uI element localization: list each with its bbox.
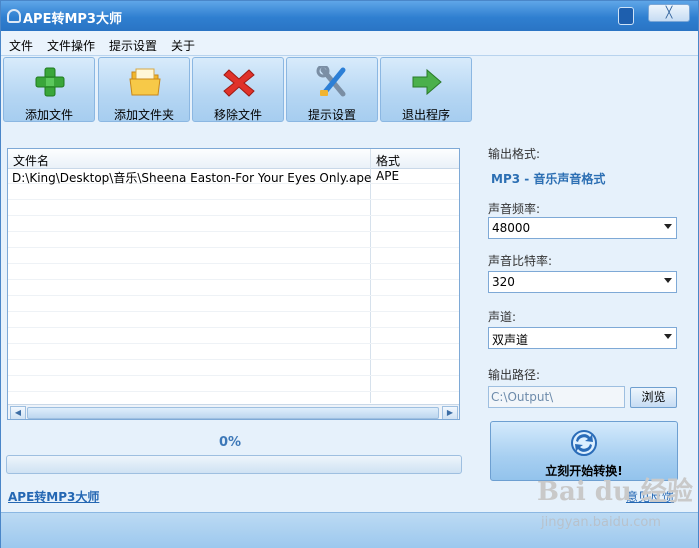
channel-value: 双声道 — [492, 333, 529, 347]
menu-file[interactable]: 文件 — [9, 37, 33, 54]
empty-row — [8, 328, 459, 344]
bitrate-select[interactable]: 320 — [488, 271, 677, 293]
title-bar[interactable]: APE转MP3大师 ╳ — [1, 1, 698, 31]
menu-about[interactable]: 关于 — [171, 37, 195, 54]
headphones-icon — [7, 9, 21, 23]
add-plus-icon — [35, 67, 65, 97]
empty-row — [8, 280, 459, 296]
output-format-label: 输出格式: — [488, 147, 541, 161]
menu-bar: 文件 文件操作 提示设置 关于 — [1, 31, 698, 56]
empty-row — [8, 312, 459, 328]
empty-row — [8, 296, 459, 312]
chevron-down-icon — [664, 224, 672, 229]
channel-label: 声道: — [488, 310, 517, 324]
output-path-input[interactable]: C:\Output\ — [488, 386, 625, 408]
sample-rate-select[interactable]: 48000 — [488, 217, 677, 239]
convert-cycle-icon — [571, 430, 597, 456]
file-format-cell: APE — [376, 169, 400, 183]
add-folder-label: 添加文件夹 — [113, 108, 174, 122]
empty-row — [8, 248, 459, 264]
app-link[interactable]: APE转MP3大师 — [8, 488, 99, 505]
add-file-button[interactable]: 添加文件 — [3, 57, 95, 122]
tools-icon — [316, 66, 346, 97]
column-header-filename[interactable]: 文件名 — [13, 152, 49, 169]
menu-file-operations[interactable]: 文件操作 — [47, 37, 95, 54]
empty-row — [8, 376, 459, 392]
progress-bar — [6, 455, 462, 474]
progress-percent: 0% — [219, 435, 242, 450]
menu-prompt-settings[interactable]: 提示设置 — [109, 37, 157, 54]
prompt-settings-label: 提示设置 — [307, 108, 356, 122]
chevron-down-icon — [664, 278, 672, 283]
add-folder-button[interactable]: 添加文件夹 — [98, 57, 190, 122]
app-window: APE转MP3大师 ╳ 文件 文件操作 提示设置 关于 添加文件 添加文件夹 移… — [0, 0, 699, 548]
remove-file-button[interactable]: 移除文件 — [192, 57, 284, 122]
empty-row — [8, 344, 459, 360]
exit-button[interactable]: 退出程序 — [380, 57, 472, 122]
horizontal-scrollbar[interactable]: ◀ ▶ — [8, 404, 459, 419]
empty-row — [8, 216, 459, 232]
window-title: APE转MP3大师 — [23, 12, 122, 27]
exit-arrow-icon — [412, 68, 442, 96]
file-list[interactable]: 文件名 格式 D:\King\Desktop\音乐\Sheena Easton-… — [7, 148, 460, 420]
empty-row — [8, 200, 459, 216]
bitrate-value: 320 — [492, 275, 515, 289]
scroll-thumb[interactable] — [27, 407, 439, 419]
remove-x-icon — [223, 69, 255, 97]
toolbar: 添加文件 添加文件夹 移除文件 提示设置 退出程序 — [1, 56, 698, 124]
table-row[interactable]: D:\King\Desktop\音乐\Sheena Easton-For You… — [8, 168, 459, 185]
column-header-format[interactable]: 格式 — [376, 152, 400, 169]
bitrate-label: 声音比特率: — [488, 254, 553, 268]
empty-row — [8, 232, 459, 248]
channel-select[interactable]: 双声道 — [488, 327, 677, 349]
output-format-value: MP3 - 音乐声音格式 — [491, 172, 606, 186]
sample-rate-label: 声音频率: — [488, 202, 541, 216]
empty-row — [8, 360, 459, 376]
prompt-settings-button[interactable]: 提示设置 — [286, 57, 378, 122]
baidu-watermark-url: jingyan.baidu.com — [541, 515, 661, 530]
browse-button[interactable]: 浏览 — [630, 387, 677, 408]
empty-row — [8, 184, 459, 200]
skin-icon[interactable] — [618, 7, 634, 25]
empty-row — [8, 264, 459, 280]
output-path-label: 输出路径: — [488, 368, 541, 382]
sample-rate-value: 48000 — [492, 221, 531, 235]
scroll-left-icon[interactable]: ◀ — [10, 406, 26, 419]
folder-icon — [129, 68, 161, 96]
remove-file-label: 移除文件 — [213, 108, 262, 122]
baidu-watermark-logo: Bai du 经验 — [537, 477, 693, 507]
chevron-down-icon — [664, 334, 672, 339]
file-list-header: 文件名 格式 — [8, 149, 459, 169]
close-button[interactable]: ╳ — [648, 4, 690, 22]
scroll-right-icon[interactable]: ▶ — [442, 406, 458, 419]
add-file-label: 添加文件 — [24, 108, 73, 122]
exit-label: 退出程序 — [401, 108, 450, 122]
